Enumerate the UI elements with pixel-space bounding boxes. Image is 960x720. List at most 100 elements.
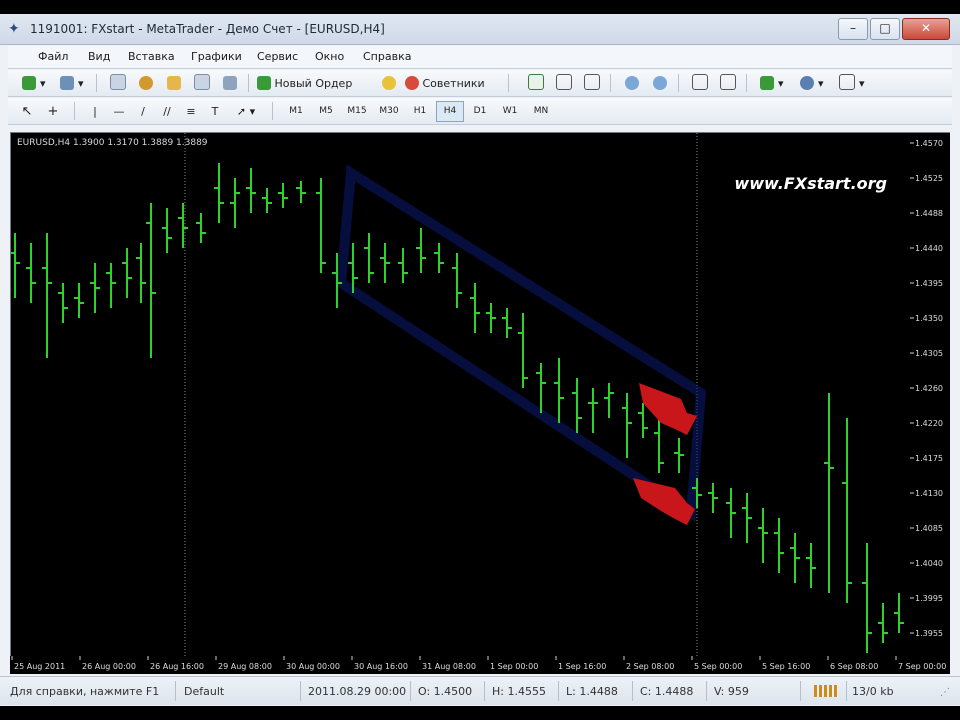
market-watch-button[interactable] — [106, 73, 130, 94]
period-m15[interactable]: M15 — [342, 101, 372, 122]
price-axis-canvas: 1.4570 1.4525 1.4488 1.4440 1.4395 1.4350 1.43… — [910, 139, 943, 638]
price-chart[interactable]: EURUSD,H4 1.3900 1.3170 1.3889 1.3889 www… — [10, 132, 912, 658]
crosshair-icon: + — [47, 104, 59, 119]
trendline-icon: / — [141, 105, 145, 118]
price-label: 1.4305 — [915, 349, 943, 358]
price-label: 1.4350 — [915, 314, 943, 323]
periods-button[interactable]: ▾ — [794, 73, 830, 94]
auto-scroll-icon — [692, 74, 708, 90]
terminal-button[interactable] — [190, 73, 214, 94]
data-window-icon — [139, 76, 153, 90]
drawing-toolbar: ↖ + | — / // ≡ T ➚ ▾ M1 M5 M15 M30 H1 H4… — [8, 98, 952, 125]
zoom-in-button[interactable] — [620, 73, 644, 94]
app-icon: ✦ — [8, 21, 20, 37]
profiles-button[interactable]: ▾ — [54, 73, 90, 94]
time-label: 26 Aug 16:00 — [150, 662, 204, 671]
vertical-line-icon: | — [93, 105, 97, 118]
auto-scroll-button[interactable] — [688, 73, 712, 94]
channel-button[interactable]: // — [156, 101, 178, 122]
status-open: O: 1.4500 — [418, 685, 473, 698]
menu-charts[interactable]: Графики — [191, 50, 242, 63]
time-label: 1 Sep 00:00 — [490, 662, 538, 671]
terminal-icon — [194, 74, 210, 90]
standard-toolbar: ▾ ▾ Новый Ордер Советники ▾ ▾ ▾ — [8, 70, 952, 97]
period-m1[interactable]: M1 — [282, 101, 310, 122]
menu-view[interactable]: Вид — [88, 50, 110, 63]
experts-label: Советники — [422, 77, 485, 90]
price-label: 1.4488 — [915, 209, 943, 218]
indicators-button[interactable]: ▾ — [754, 73, 790, 94]
bar-chart-button[interactable] — [524, 73, 548, 94]
chart-shift-icon — [720, 74, 736, 90]
menu-window[interactable]: Окно — [315, 50, 344, 63]
status-low: L: 1.4488 — [566, 685, 618, 698]
expert-toggle-icon — [382, 76, 396, 90]
new-order-label: Новый Ордер — [274, 77, 353, 90]
status-bar: Для справки, нажмите F1 Default 2011.08.… — [0, 676, 960, 705]
profiles-icon — [60, 76, 75, 90]
time-label: 26 Aug 00:00 — [82, 662, 136, 671]
line-chart-button[interactable] — [580, 73, 604, 94]
time-label: 25 Aug 2011 — [14, 662, 65, 671]
period-w1[interactable]: W1 — [496, 101, 524, 122]
cursor-button[interactable]: ↖ — [16, 101, 38, 122]
period-h1[interactable]: H1 — [406, 101, 434, 122]
title-bar[interactable]: ✦ 1191001: FXstart - MetaTrader - Демо С… — [0, 14, 960, 45]
price-label: 1.3995 — [915, 594, 943, 603]
menu-help[interactable]: Справка — [363, 50, 411, 63]
navigator-button[interactable] — [162, 73, 186, 94]
data-window-button[interactable] — [134, 73, 158, 94]
strategy-tester-button[interactable] — [218, 73, 242, 94]
candlestick-button[interactable] — [552, 73, 576, 94]
price-label: 1.4040 — [915, 559, 943, 568]
price-label: 1.4260 — [915, 384, 943, 393]
connection-status-icon — [814, 685, 838, 697]
menu-file[interactable]: Файл — [38, 50, 68, 63]
period-h4[interactable]: H4 — [436, 101, 464, 122]
period-d1[interactable]: D1 — [466, 101, 494, 122]
status-datetime: 2011.08.29 00:00 — [308, 685, 407, 698]
metatrader-window: ✦ 1191001: FXstart - MetaTrader - Демо С… — [0, 14, 960, 706]
status-profile[interactable]: Default — [184, 685, 224, 698]
arrows-button[interactable]: ➚ ▾ — [228, 101, 264, 122]
crosshair-button[interactable]: + — [42, 101, 64, 122]
period-m5[interactable]: M5 — [312, 101, 340, 122]
horizontal-line-icon: — — [113, 105, 125, 118]
zoom-out-button[interactable] — [648, 73, 672, 94]
arrows-icon: ➚ — [236, 105, 247, 118]
text-button[interactable]: T — [204, 101, 226, 122]
menu-insert[interactable]: Вставка — [128, 50, 175, 63]
tester-icon — [223, 76, 237, 90]
chart-shift-button[interactable] — [716, 73, 740, 94]
maximize-button[interactable]: □ — [870, 18, 900, 40]
time-axis: 25 Aug 2011 26 Aug 00:00 26 Aug 16:00 29 Au… — [10, 656, 950, 674]
new-chart-button[interactable]: ▾ — [16, 73, 52, 94]
trendline-button[interactable]: / — [132, 101, 154, 122]
horizontal-line-button[interactable]: — — [108, 101, 130, 122]
time-label: 29 Aug 08:00 — [218, 662, 272, 671]
templates-button[interactable]: ▾ — [834, 73, 870, 94]
time-label: 30 Aug 16:00 — [354, 662, 408, 671]
time-label: 7 Sep 00:00 — [898, 662, 946, 671]
period-m30[interactable]: M30 — [374, 101, 404, 122]
experts-button[interactable]: Советники — [404, 73, 502, 94]
price-label: 1.4525 — [915, 174, 943, 183]
time-label: 5 Sep 16:00 — [762, 662, 810, 671]
fibonacci-button[interactable]: ≡ — [180, 101, 202, 122]
trend-channel — [335, 164, 707, 522]
time-label: 30 Aug 00:00 — [286, 662, 340, 671]
new-order-button[interactable]: Новый Ордер — [256, 73, 376, 94]
close-button[interactable]: ✕ — [902, 18, 950, 40]
expert-toggle-button[interactable] — [378, 73, 400, 94]
period-mn[interactable]: MN — [526, 101, 556, 122]
menu-tools[interactable]: Сервис — [257, 50, 298, 63]
status-close: C: 1.4488 — [640, 685, 694, 698]
clock-icon — [800, 76, 815, 90]
time-label: 5 Sep 00:00 — [694, 662, 742, 671]
minimize-button[interactable]: – — [838, 18, 868, 40]
time-label: 6 Sep 08:00 — [830, 662, 878, 671]
price-axis: 1.4570 1.4525 1.4488 1.4440 1.4395 1.4350 1.43… — [910, 132, 950, 658]
vertical-line-button[interactable]: | — [84, 101, 106, 122]
templates-icon — [839, 74, 856, 90]
time-label: 2 Sep 08:00 — [626, 662, 674, 671]
